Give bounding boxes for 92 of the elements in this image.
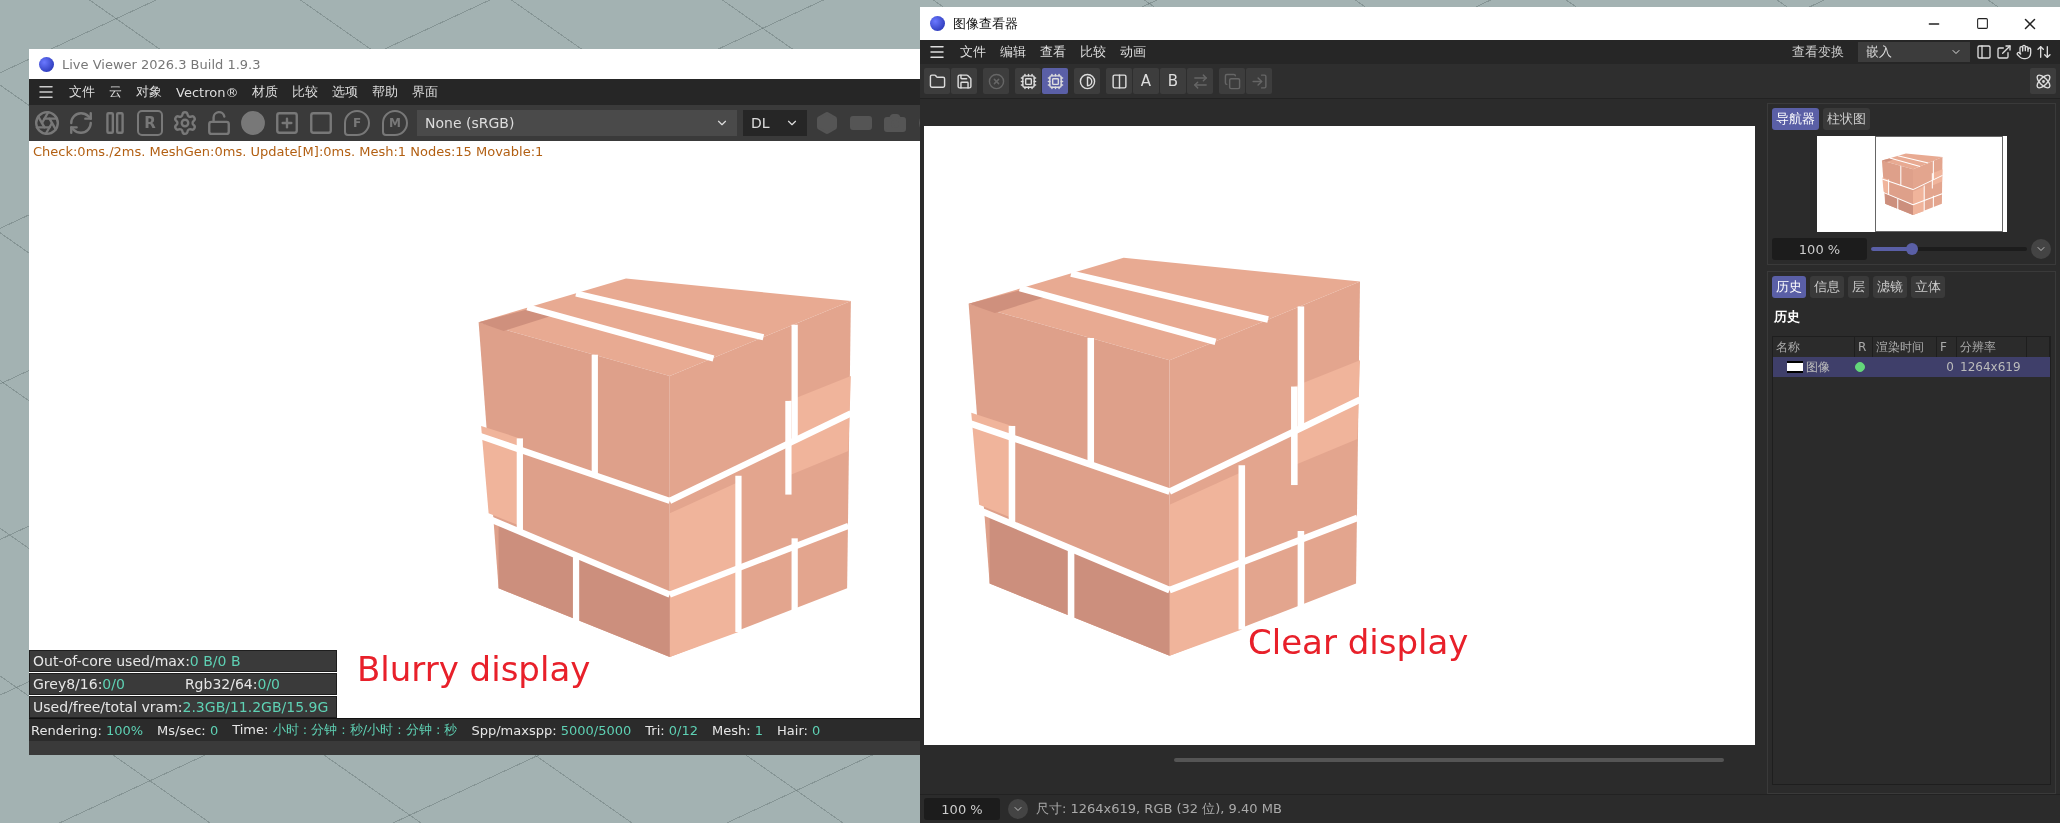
- table-cell-text: 0: [1945, 360, 1955, 374]
- menu-item[interactable]: 比较: [292, 83, 319, 101]
- status-text: Time: 小时 : 分钟 : 秒/小时 : 分钟 : 秒: [232, 721, 458, 739]
- panel-tab[interactable]: 导航器: [1772, 108, 1819, 130]
- annotation-text: Blurry display: [357, 649, 591, 689]
- status-text: Tri: 0/12: [645, 722, 699, 738]
- view-frame[interactable]: [1874, 136, 2003, 232]
- cancel-icon: [987, 72, 1005, 90]
- menu-item[interactable]: 界面: [412, 83, 439, 101]
- dropdown-button[interactable]: [1008, 799, 1028, 819]
- section-heading: 历史: [1773, 308, 1801, 326]
- panel-tab[interactable]: 层: [1848, 276, 1869, 298]
- app-logo-icon: [39, 56, 54, 72]
- brick-cube-drawing: [1880, 153, 1943, 215]
- color-space-dropdown[interactable]: None (sRGB): [417, 110, 737, 136]
- menu-item[interactable]: 查看: [1040, 43, 1066, 61]
- chip-icon: [1019, 72, 1037, 90]
- panel-tab[interactable]: 柱状图: [1823, 108, 1870, 130]
- status-text: Ms/sec: 0: [157, 722, 219, 738]
- zoom-field[interactable]: 100 %: [1772, 238, 1867, 260]
- menu-item[interactable]: 选项: [332, 83, 359, 101]
- menu-item[interactable]: 编辑: [1000, 43, 1026, 61]
- unlocked-padlock-icon[interactable]: [205, 109, 233, 137]
- navigator-thumbnail[interactable]: [1816, 136, 2007, 232]
- letter-button[interactable]: A: [1133, 68, 1159, 94]
- menu-item[interactable]: 云: [109, 83, 122, 101]
- save-icon: [955, 72, 973, 90]
- split-view-button[interactable]: [1106, 68, 1132, 94]
- scrollbar[interactable]: [1174, 758, 1724, 762]
- stat-text: Out-of-core used/max:0 B/0 B: [33, 653, 241, 669]
- swap-icon: [1191, 72, 1209, 90]
- stat-text: Grey8/16:0/0: [33, 676, 125, 692]
- chip-icon: [1046, 72, 1064, 90]
- letter-button[interactable]: B: [1160, 68, 1186, 94]
- panel-tab[interactable]: 信息: [1810, 276, 1844, 298]
- history-row[interactable]: 图像 0 1264x619: [1773, 357, 2050, 377]
- layers-icon: [1223, 72, 1241, 90]
- refresh-icon[interactable]: [67, 109, 95, 137]
- gear-icon[interactable]: [171, 109, 199, 137]
- slider-thumb[interactable]: [1905, 243, 1918, 255]
- annotation-text: Clear display: [1248, 622, 1469, 662]
- table-cell-text: 1264x619: [1959, 360, 2022, 374]
- image-thumbnail-icon: [1787, 361, 1803, 373]
- menu-item[interactable]: 帮助: [372, 83, 399, 101]
- menu-item[interactable]: Vectron®: [176, 84, 239, 100]
- render-info-text: Check:0ms./2ms. MeshGen:0ms. Update[M]:0ms. Mesh:1 Nodes:15 Movable:1: [32, 143, 545, 161]
- menu-item[interactable]: 材质: [252, 83, 279, 101]
- view-transform-label: 查看变换: [1792, 43, 1844, 61]
- chip-button[interactable]: [1042, 68, 1068, 94]
- up-down-arrow-icon[interactable]: [2036, 44, 2052, 60]
- external-link-icon[interactable]: [1996, 44, 2012, 60]
- image-info-text: 尺寸: 1264x619, RGB (32 位), 9.40 MB: [1036, 800, 1282, 818]
- export-icon: [1250, 72, 1268, 90]
- add-square-icon[interactable]: [273, 109, 301, 137]
- panel-tab[interactable]: 立体: [1911, 276, 1945, 298]
- view-transform-dropdown[interactable]: 嵌入: [1858, 42, 1970, 62]
- chip-button[interactable]: [1015, 68, 1041, 94]
- menu-item[interactable]: 文件: [960, 43, 986, 61]
- atom-icon: [2034, 72, 2052, 90]
- stat-text: Used/free/total vram:2.3GB/11.2GB/15.9G: [33, 699, 329, 715]
- folder-icon: [928, 72, 946, 90]
- panel-tab[interactable]: 滤镜: [1873, 276, 1907, 298]
- status-text: Rendering: 100%: [31, 722, 144, 738]
- split-view-icon: [1110, 72, 1128, 90]
- save-button[interactable]: [951, 68, 977, 94]
- contrast-icon: [1078, 72, 1096, 90]
- zoom-field[interactable]: 100 %: [924, 798, 1000, 820]
- menu-item[interactable]: 对象: [136, 83, 162, 101]
- window-title: Live Viewer 2026.3 Build 1.9.3: [62, 56, 261, 72]
- table-cell: 图像: [1806, 358, 1830, 376]
- menu-item[interactable]: 文件: [69, 83, 95, 101]
- status-text: Spp/maxspp: 5000/5000: [471, 722, 632, 738]
- status-text: Hair: 0: [777, 722, 821, 738]
- mode-dropdown[interactable]: DL: [743, 110, 807, 136]
- app-logo-icon: [930, 16, 945, 31]
- contrast-button[interactable]: [1074, 68, 1100, 94]
- hand-icon[interactable]: [2016, 44, 2032, 60]
- square-icon[interactable]: [307, 109, 335, 137]
- dropdown-button[interactable]: [2031, 239, 2051, 259]
- panel-tab[interactable]: 历史: [1772, 276, 1806, 298]
- menu-icon[interactable]: [928, 43, 946, 61]
- stat-text: Rgb32/64:0/0: [184, 676, 280, 692]
- status-text: Mesh: 1: [712, 722, 764, 738]
- window-title: 图像查看器: [953, 14, 1018, 33]
- sphere-icon[interactable]: [239, 109, 267, 137]
- atom-button[interactable]: [2030, 68, 2056, 94]
- menu-icon[interactable]: [37, 83, 55, 101]
- panel-icon[interactable]: [1976, 44, 1992, 60]
- menu-item[interactable]: 比较: [1080, 43, 1106, 61]
- folder-button[interactable]: [924, 68, 950, 94]
- menu-item[interactable]: 动画: [1120, 43, 1146, 61]
- aperture-icon[interactable]: [33, 109, 61, 137]
